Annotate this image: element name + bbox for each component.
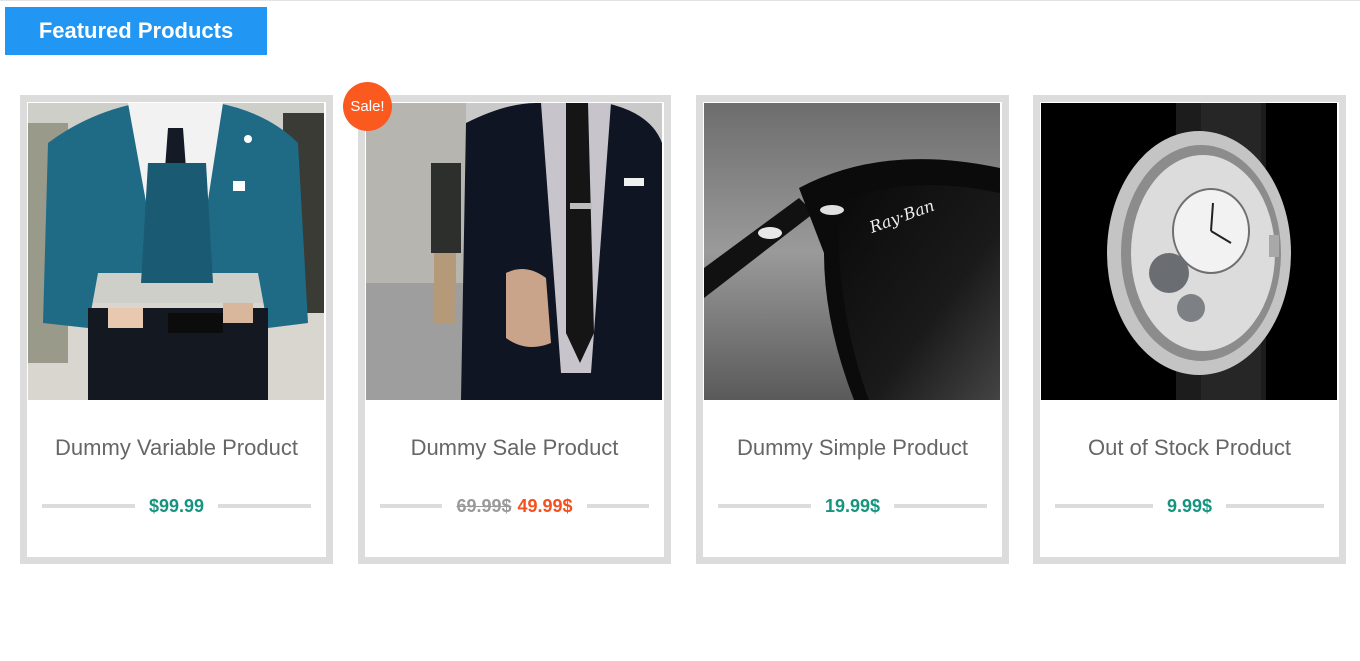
- product-title[interactable]: Dummy Sale Product: [365, 435, 664, 461]
- price-row: 69.99$ 49.99$: [380, 494, 649, 518]
- watch-photo: [1041, 103, 1337, 400]
- product-card[interactable]: Out of Stock Product 9.99$: [1033, 95, 1346, 564]
- sunglasses-photo: Ray·Ban: [704, 103, 1000, 400]
- product-title[interactable]: Out of Stock Product: [1040, 435, 1339, 461]
- price-divider-left: [1055, 504, 1153, 508]
- product-old-price: 69.99$: [456, 495, 512, 516]
- top-divider: [0, 0, 1360, 1]
- product-card[interactable]: Ray·Ban Dummy Simple Product 19.99$: [696, 95, 1009, 564]
- price-divider-left: [380, 504, 443, 508]
- product-price: $99.99: [148, 495, 205, 516]
- product-image-suit-teal[interactable]: [28, 103, 324, 400]
- product-title[interactable]: Dummy Simple Product: [703, 435, 1002, 461]
- product-card[interactable]: Dummy Sale Product 69.99$ 49.99$: [358, 95, 671, 564]
- product-price: 19.99$: [824, 495, 881, 516]
- suit-photo: [366, 103, 662, 400]
- price-divider-right: [586, 504, 649, 508]
- product-card[interactable]: Dummy Variable Product $99.99: [20, 95, 333, 564]
- product-image-suit-navy[interactable]: [366, 103, 662, 400]
- product-grid: Dummy Variable Product $99.99 Dummy Sale…: [20, 95, 1346, 564]
- price-divider-right: [218, 504, 311, 508]
- price-divider-right: [1226, 504, 1325, 508]
- product-price: 69.99$ 49.99$: [442, 496, 586, 517]
- price-row: 19.99$: [718, 494, 987, 518]
- product-title[interactable]: Dummy Variable Product: [27, 435, 326, 461]
- suit-photo: [28, 103, 324, 400]
- sale-badge: Sale!: [343, 82, 392, 131]
- price-divider-right: [894, 504, 987, 508]
- product-sale-price: 49.99$: [517, 495, 573, 516]
- product-image-watch[interactable]: [1041, 103, 1337, 400]
- product-image-sunglasses[interactable]: Ray·Ban: [704, 103, 1000, 400]
- price-divider-left: [718, 504, 811, 508]
- price-row: $99.99: [42, 494, 311, 518]
- product-price: 9.99$: [1166, 495, 1213, 516]
- section-title: Featured Products: [5, 7, 267, 55]
- price-divider-left: [42, 504, 135, 508]
- price-row: 9.99$: [1055, 494, 1325, 518]
